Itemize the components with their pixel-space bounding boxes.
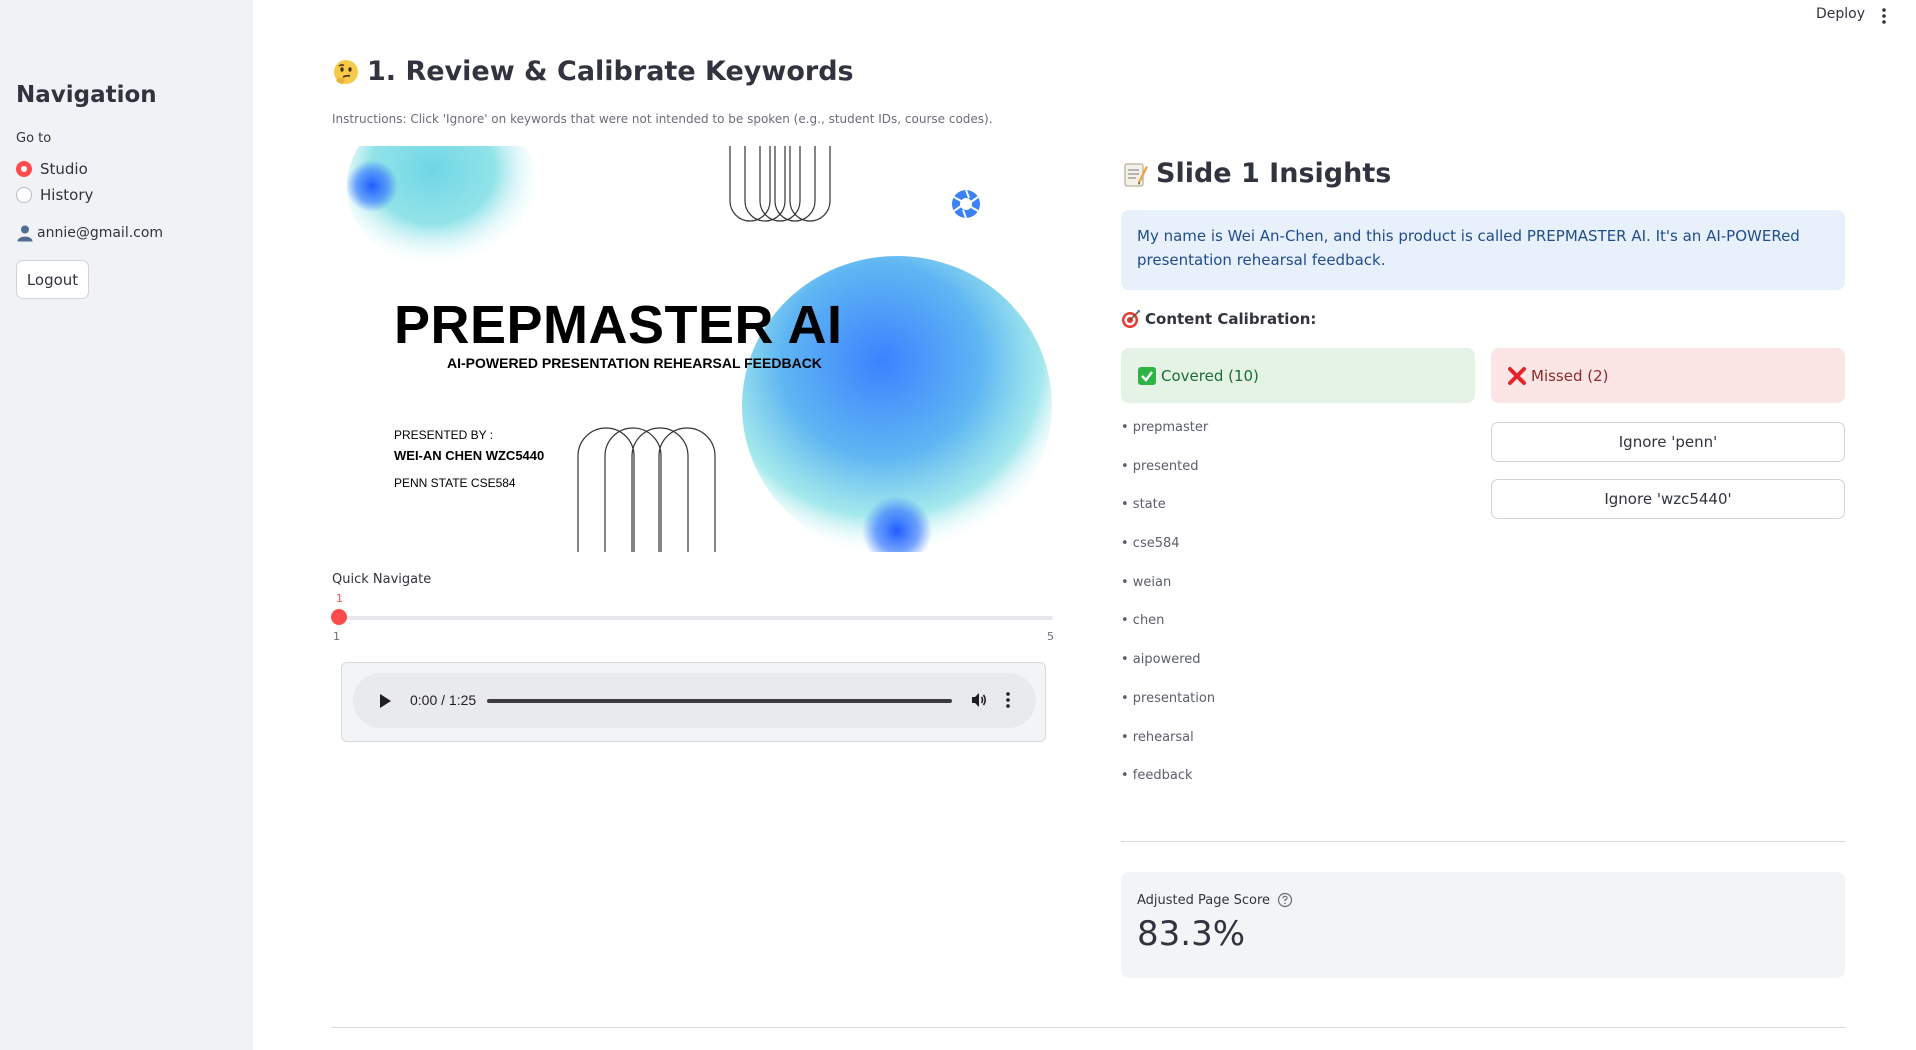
audio-controls: 0:00 / 1:25 bbox=[353, 673, 1036, 728]
volume-icon[interactable] bbox=[970, 691, 988, 709]
slide-presenter: WEI-AN CHEN WZC5440 bbox=[394, 448, 545, 463]
insights-title-text: Slide 1 Insights bbox=[1156, 158, 1392, 189]
help-icon[interactable] bbox=[1277, 892, 1293, 908]
keyword-item: • aipowered bbox=[1121, 652, 1201, 668]
score-label: Adjusted Page Score bbox=[1137, 892, 1293, 908]
covered-keyword-list: • prepmaster • presented • state • cse58… bbox=[1121, 420, 1461, 807]
more-options-icon[interactable] bbox=[1004, 690, 1012, 710]
keyword-item: • rehearsal bbox=[1121, 729, 1194, 745]
cross-mark-icon bbox=[1508, 366, 1526, 385]
thinking-face-icon bbox=[334, 59, 358, 84]
slide-title: PREPMASTER AI bbox=[394, 295, 843, 355]
play-icon[interactable] bbox=[378, 693, 392, 709]
calibration-title-text: Content Calibration: bbox=[1145, 310, 1317, 328]
audio-time: 0:00 / 1:25 bbox=[410, 692, 477, 708]
keyword-item: • chen bbox=[1121, 613, 1165, 629]
radio-studio-label: Studio bbox=[40, 160, 88, 178]
slide-preview: PREPMASTER AI AI-POWERED PRESENTATION RE… bbox=[332, 146, 1052, 552]
keyword-item: • presentation bbox=[1121, 690, 1216, 706]
radio-unselected-icon[interactable] bbox=[16, 187, 32, 203]
slider-min: 1 bbox=[333, 630, 340, 643]
score-label-text: Adjusted Page Score bbox=[1137, 892, 1271, 908]
slide-presented-by: PRESENTED BY : bbox=[394, 428, 494, 442]
ignore-wzc5440-button[interactable]: Ignore 'wzc5440' bbox=[1491, 479, 1845, 519]
slider-track[interactable] bbox=[338, 616, 1053, 620]
slide-school: PENN STATE CSE584 bbox=[394, 476, 516, 490]
missed-label: Missed (2) bbox=[1531, 366, 1609, 385]
insights-title: Slide 1 Insights bbox=[1121, 158, 1391, 189]
calibration-title: Content Calibration: bbox=[1121, 309, 1316, 329]
covered-box: Covered (10) bbox=[1121, 348, 1475, 403]
covered-label: Covered (10) bbox=[1161, 366, 1259, 385]
page-title: 1. Review & Calibrate Keywords bbox=[332, 56, 854, 87]
slider-thumb[interactable] bbox=[331, 609, 347, 625]
radio-selected-icon[interactable] bbox=[16, 161, 32, 177]
target-icon bbox=[1122, 310, 1140, 328]
check-mark-icon bbox=[1138, 366, 1156, 385]
user-icon bbox=[17, 225, 33, 242]
radio-history-label: History bbox=[40, 186, 94, 204]
memo-icon bbox=[1124, 163, 1148, 186]
logout-button[interactable]: Logout bbox=[16, 260, 89, 299]
sidebar: Navigation Go to Studio History annie@gm… bbox=[0, 0, 253, 1050]
radio-studio[interactable]: Studio bbox=[16, 160, 88, 178]
bottom-divider bbox=[332, 1027, 1845, 1028]
deploy-button[interactable]: Deploy bbox=[1816, 6, 1865, 22]
keyword-item: • feedback bbox=[1121, 768, 1193, 784]
instructions-text: Instructions: Click 'Ignore' on keywords… bbox=[332, 112, 993, 126]
user-email: annie@gmail.com bbox=[37, 225, 164, 241]
missed-box: Missed (2) bbox=[1491, 348, 1845, 403]
slide-subtitle: AI-POWERED PRESENTATION REHEARSAL FEEDBA… bbox=[447, 355, 822, 371]
radio-history[interactable]: History bbox=[16, 186, 93, 204]
keyword-item: • prepmaster bbox=[1121, 420, 1209, 435]
score-value: 83.3% bbox=[1137, 914, 1246, 954]
score-metric: Adjusted Page Score 83.3% bbox=[1121, 872, 1845, 978]
main-menu-icon[interactable] bbox=[1878, 5, 1890, 27]
sidebar-title: Navigation bbox=[16, 82, 157, 108]
page-title-text: 1. Review & Calibrate Keywords bbox=[367, 56, 854, 87]
keyword-item: • weian bbox=[1121, 574, 1172, 590]
ignore-penn-button[interactable]: Ignore 'penn' bbox=[1491, 422, 1845, 462]
audio-player: 0:00 / 1:25 bbox=[341, 662, 1046, 742]
slider-value: 1 bbox=[336, 592, 343, 605]
quick-navigate-label: Quick Navigate bbox=[332, 572, 432, 587]
goto-label: Go to bbox=[16, 131, 52, 146]
keyword-item: • presented bbox=[1121, 458, 1199, 474]
keyword-item: • cse584 bbox=[1121, 536, 1180, 552]
user-info: annie@gmail.com bbox=[16, 224, 163, 242]
transcript-box: My name is Wei An-Chen, and this product… bbox=[1121, 210, 1845, 290]
keyword-item: • state bbox=[1121, 497, 1166, 513]
slider-max: 5 bbox=[1047, 630, 1054, 643]
audio-progress-bar[interactable] bbox=[487, 699, 952, 703]
divider bbox=[1121, 841, 1845, 842]
